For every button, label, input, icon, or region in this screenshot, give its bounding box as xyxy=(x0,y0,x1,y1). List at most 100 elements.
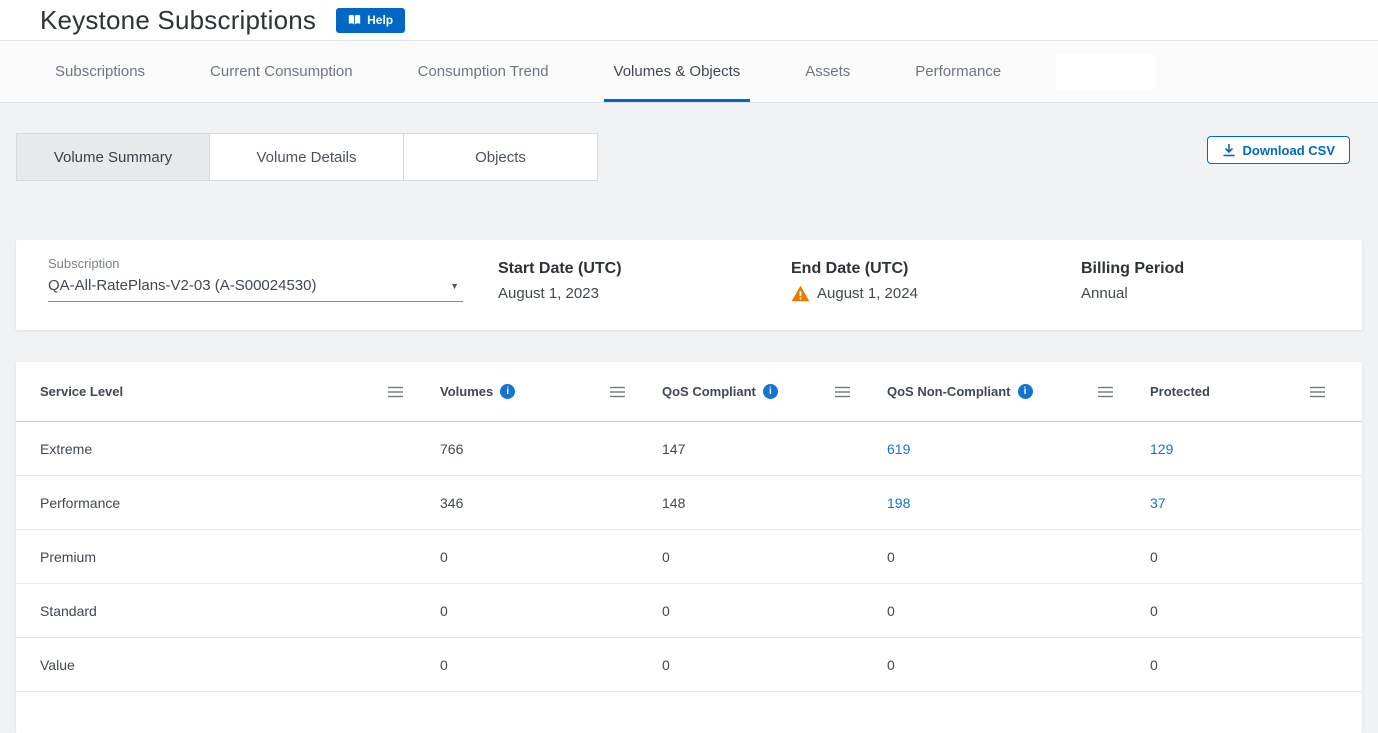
tab-volumes-objects[interactable]: Volumes & Objects xyxy=(604,41,751,102)
cell-value: 0 xyxy=(887,603,895,619)
table-cell: 0 xyxy=(440,657,662,673)
start-date-value: August 1, 2023 xyxy=(498,285,791,302)
table-row: Premium0000 xyxy=(16,530,1362,584)
column-header: QoS Compliant i xyxy=(662,384,887,399)
end-date-field: End Date (UTC) August 1, 2024 xyxy=(791,256,1081,302)
service-level-value: Premium xyxy=(40,549,96,565)
content: Volume SummaryVolume DetailsObjects Down… xyxy=(0,103,1378,733)
table-body: Extreme 766 147 619 129 Performance 346148 198 3… xyxy=(16,422,1362,692)
start-date-field: Start Date (UTC) August 1, 2023 xyxy=(498,256,791,302)
help-button-label: Help xyxy=(367,13,393,27)
page: Keystone Subscriptions Help Subscription… xyxy=(0,0,1378,733)
subscription-label: Subscription xyxy=(48,256,463,271)
column-menu-icon[interactable] xyxy=(609,386,626,398)
cell-value: 0 xyxy=(1150,549,1158,565)
table-row: Performance 346148 198 37 xyxy=(16,476,1362,530)
column-label: Volumes xyxy=(440,384,493,399)
cell-value: 148 xyxy=(662,495,685,511)
table-cell: 0 xyxy=(887,657,1150,673)
start-date-label: Start Date (UTC) xyxy=(498,260,791,278)
chevron-down-icon[interactable]: ▼ xyxy=(450,281,463,291)
topbar: Keystone Subscriptions Help xyxy=(0,0,1378,41)
table-cell: 0 xyxy=(662,549,887,565)
subscription-select[interactable]: Subscription QA-All-RatePlans-V2-03 (A-S… xyxy=(48,256,463,302)
service-level-value: Value xyxy=(40,657,75,673)
service-level-value: Extreme xyxy=(40,441,92,457)
subtab-volume-summary[interactable]: Volume Summary xyxy=(16,133,210,181)
cell-value: 0 xyxy=(440,657,448,673)
table-cell: Premium xyxy=(40,549,440,565)
cell-value: 0 xyxy=(887,657,895,673)
column-header: Service Level xyxy=(40,384,440,399)
tab-current-consumption[interactable]: Current Consumption xyxy=(200,41,363,102)
table-cell: 198 xyxy=(887,495,1150,511)
cell-value-link[interactable]: 129 xyxy=(1150,441,1173,457)
tab-blank[interactable] xyxy=(1056,55,1156,89)
table-cell: 766 xyxy=(440,441,662,457)
table-cell: Standard xyxy=(40,603,440,619)
billing-period-label: Billing Period xyxy=(1081,260,1362,278)
cell-value: 0 xyxy=(662,603,670,619)
subscription-panel: Subscription QA-All-RatePlans-V2-03 (A-S… xyxy=(16,240,1362,330)
table-row: Extreme 766 147 619 129 xyxy=(16,422,1362,476)
warning-icon xyxy=(791,285,810,302)
column-menu-icon[interactable] xyxy=(387,386,404,398)
table-cell: 0 xyxy=(887,549,1150,565)
page-title: Keystone Subscriptions xyxy=(40,5,316,36)
download-csv-button[interactable]: Download CSV xyxy=(1207,136,1350,164)
column-label: Service Level xyxy=(40,384,123,399)
table-cell: Extreme xyxy=(40,441,440,457)
cell-value-link[interactable]: 619 xyxy=(887,441,910,457)
table-cell: 0 xyxy=(1150,657,1362,673)
table-cell: 129 xyxy=(1150,441,1362,457)
table-cell: 0 xyxy=(440,603,662,619)
cell-value: 0 xyxy=(440,603,448,619)
subscription-value: QA-All-RatePlans-V2-03 (A-S00024530) xyxy=(48,277,316,294)
column-header: Protected xyxy=(1150,384,1362,399)
cell-value: 0 xyxy=(887,549,895,565)
info-icon[interactable]: i xyxy=(1018,384,1033,399)
table-header: Service Level Volumes i QoS Compliant i Qo… xyxy=(16,362,1362,422)
end-date-value: August 1, 2024 xyxy=(817,285,918,302)
table-cell: 0 xyxy=(440,549,662,565)
billing-period-field: Billing Period Annual xyxy=(1081,256,1362,302)
tab-performance[interactable]: Performance xyxy=(905,41,1011,102)
end-date-label: End Date (UTC) xyxy=(791,260,1081,278)
table-cell: Performance xyxy=(40,495,440,511)
tab-subscriptions[interactable]: Subscriptions xyxy=(45,41,155,102)
table-cell: 0 xyxy=(662,657,887,673)
column-header: QoS Non-Compliant i xyxy=(887,384,1150,399)
info-icon[interactable]: i xyxy=(500,384,515,399)
service-level-value: Standard xyxy=(40,603,97,619)
tab-assets[interactable]: Assets xyxy=(795,41,860,102)
cell-value-link[interactable]: 37 xyxy=(1150,495,1166,511)
cell-value: 147 xyxy=(662,441,685,457)
table-cell: 37 xyxy=(1150,495,1362,511)
column-label: QoS Non-Compliant xyxy=(887,384,1011,399)
column-label: QoS Compliant xyxy=(662,384,756,399)
help-button[interactable]: Help xyxy=(336,8,405,33)
table-cell: Value xyxy=(40,657,440,673)
cell-value: 0 xyxy=(662,657,670,673)
column-menu-icon[interactable] xyxy=(834,386,851,398)
cell-value: 0 xyxy=(1150,603,1158,619)
info-icon[interactable]: i xyxy=(763,384,778,399)
subtab-volume-details[interactable]: Volume Details xyxy=(210,133,404,181)
cell-value: 766 xyxy=(440,441,463,457)
billing-period-value: Annual xyxy=(1081,285,1362,302)
tab-consumption-trend[interactable]: Consumption Trend xyxy=(408,41,559,102)
cell-value-link[interactable]: 198 xyxy=(887,495,910,511)
service-level-value: Performance xyxy=(40,495,120,511)
table-cell: 619 xyxy=(887,441,1150,457)
subtab-objects[interactable]: Objects xyxy=(404,133,598,181)
book-icon xyxy=(348,14,361,26)
cell-value: 0 xyxy=(662,549,670,565)
table-cell: 0 xyxy=(887,603,1150,619)
column-menu-icon[interactable] xyxy=(1309,386,1326,398)
table-row: Standard 0 0 0 0 xyxy=(16,584,1362,638)
column-menu-icon[interactable] xyxy=(1097,386,1114,398)
table-cell: 0 xyxy=(1150,549,1362,565)
table-cell: 346 xyxy=(440,495,662,511)
table-cell: 148 xyxy=(662,495,887,511)
table-cell: 0 xyxy=(1150,603,1362,619)
